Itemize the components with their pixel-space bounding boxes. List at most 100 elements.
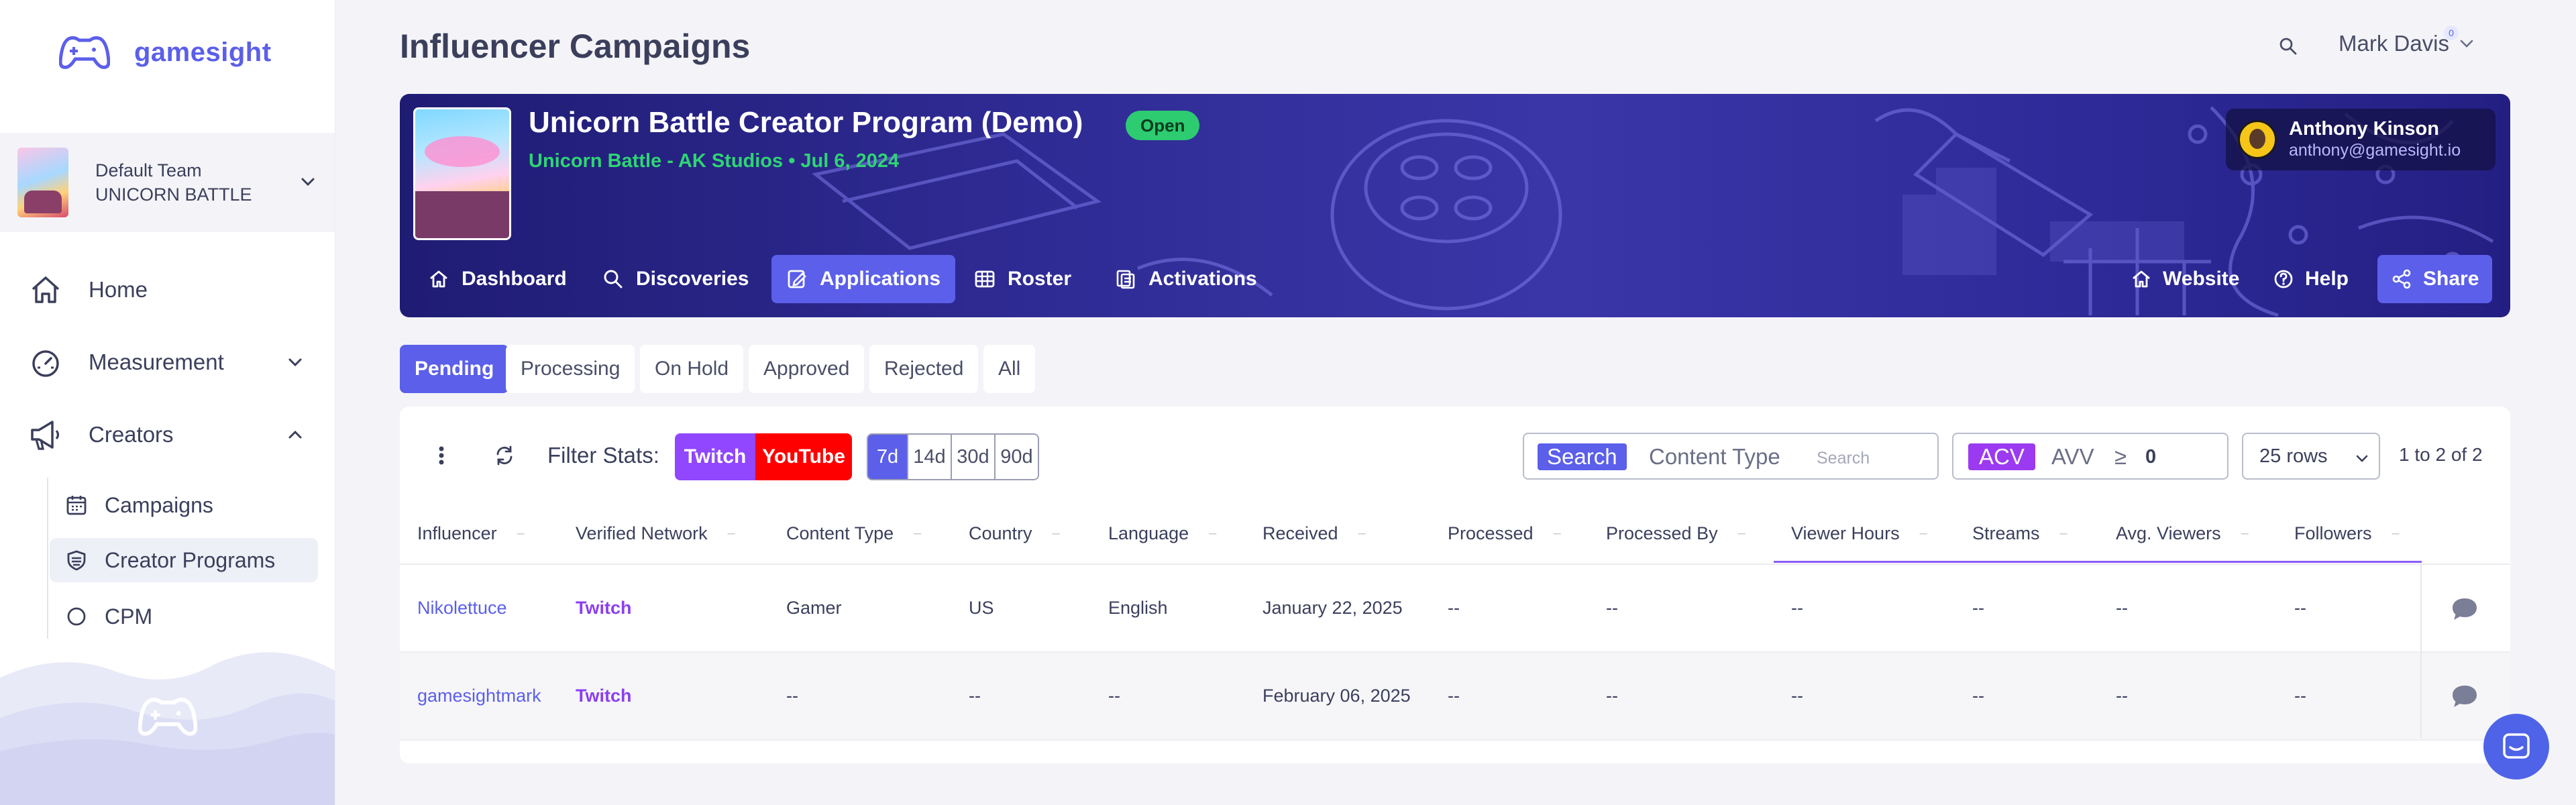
- streams-cell: --: [1972, 686, 1984, 706]
- nav-creators-label: Creators: [89, 422, 174, 447]
- tab-discoveries[interactable]: Discoveries: [588, 255, 763, 303]
- streams-cell: --: [1972, 598, 1984, 618]
- share-button[interactable]: Share: [2377, 255, 2493, 303]
- comment-icon[interactable]: [2450, 683, 2479, 710]
- refresh-icon[interactable]: [492, 443, 517, 468]
- influencer-link[interactable]: Nikolettuce: [417, 598, 507, 619]
- team-avatar: [17, 148, 68, 217]
- col-processed-by[interactable]: Processed By –: [1606, 523, 1746, 544]
- col-followers[interactable]: Followers –: [2294, 523, 2400, 544]
- metric-filter[interactable]: ACV AVV ≥ 0: [1952, 433, 2229, 480]
- col-language[interactable]: Language –: [1108, 523, 1216, 544]
- received-cell: February 06, 2025: [1263, 686, 1411, 706]
- metric-value-input[interactable]: 0: [2145, 446, 2156, 468]
- col-processed[interactable]: Processed –: [1448, 523, 1561, 544]
- language-cell: --: [1108, 686, 1120, 706]
- tab-dashboard[interactable]: Dashboard: [413, 255, 582, 303]
- range-14d-button[interactable]: 14d: [907, 435, 951, 479]
- col-influencer[interactable]: Influencer –: [417, 523, 525, 544]
- header-divider: [400, 564, 2510, 565]
- team-name: Default Team: [95, 160, 202, 180]
- search-scope-toggle[interactable]: Content Type: [1649, 443, 1780, 470]
- program-owner-card[interactable]: Anthony Kinson anthony@gamesight.io: [2226, 109, 2496, 170]
- website-label: Website: [2163, 268, 2240, 290]
- search-field[interactable]: Search Content Type Search: [1523, 433, 1939, 480]
- chevron-down-icon: [2457, 34, 2476, 53]
- sidebar: gamesight Default Team UNICORN BATTLE Ho…: [0, 0, 335, 805]
- help-button[interactable]: Help: [2259, 255, 2362, 303]
- col-content-type[interactable]: Content Type –: [786, 523, 921, 544]
- col-streams[interactable]: Streams –: [1972, 523, 2068, 544]
- col-label: Followers: [2294, 523, 2372, 543]
- status-tab-pending[interactable]: Pending: [400, 345, 509, 393]
- status-tab-processing[interactable]: Processing: [506, 345, 635, 393]
- network-cell: Twitch: [576, 686, 632, 706]
- status-tab-on-hold[interactable]: On Hold: [640, 345, 744, 393]
- website-button[interactable]: Website: [2117, 255, 2253, 303]
- chat-icon: [2500, 730, 2533, 763]
- sort-icon: –: [517, 526, 525, 541]
- status-badge: Open: [1126, 111, 1200, 140]
- search-icon[interactable]: [2278, 36, 2298, 56]
- col-avg-viewers[interactable]: Avg. Viewers –: [2116, 523, 2249, 544]
- comment-icon[interactable]: [2450, 596, 2479, 623]
- nav-creators[interactable]: Creators: [27, 415, 174, 455]
- chat-launcher-button[interactable]: [2483, 714, 2549, 780]
- col-label: Country: [969, 523, 1032, 543]
- network-cell: Twitch: [576, 598, 632, 618]
- influencer-link[interactable]: gamesightmark: [417, 686, 541, 706]
- nav-cpm[interactable]: CPM: [50, 594, 318, 639]
- sort-icon: –: [2392, 526, 2400, 541]
- status-tab-approved[interactable]: Approved: [749, 345, 865, 393]
- processed-cell: --: [1448, 686, 1460, 706]
- metric-operator[interactable]: ≥: [2114, 443, 2127, 470]
- col-viewer-hours[interactable]: Viewer Hours –: [1791, 523, 1927, 544]
- col-label: Processed: [1448, 523, 1534, 543]
- table-icon: [974, 268, 996, 290]
- tab-applications[interactable]: Applications: [771, 255, 956, 303]
- tab-applications-label: Applications: [820, 268, 941, 290]
- range-30d-button[interactable]: 30d: [951, 435, 994, 479]
- tab-roster[interactable]: Roster: [959, 255, 1086, 303]
- status-tab-all[interactable]: All: [983, 345, 1036, 393]
- nav-measurement[interactable]: Measurement: [27, 342, 224, 382]
- language-cell: English: [1108, 598, 1168, 618]
- team-switcher[interactable]: Default Team UNICORN BATTLE: [0, 133, 335, 232]
- tab-discoveries-label: Discoveries: [636, 268, 749, 290]
- col-label: Content Type: [786, 523, 894, 543]
- sort-icon: –: [1919, 526, 1927, 541]
- chevron-down-icon[interactable]: [284, 352, 306, 373]
- chevron-up-icon[interactable]: [284, 424, 306, 445]
- avg-viewers-cell: --: [2116, 598, 2128, 618]
- metric-avv-toggle[interactable]: AVV: [2051, 443, 2094, 470]
- followers-cell: --: [2294, 686, 2306, 706]
- col-country[interactable]: Country –: [969, 523, 1060, 544]
- rows-per-page-select[interactable]: 25 rows: [2242, 433, 2380, 480]
- nav-campaigns[interactable]: Campaigns: [50, 483, 318, 527]
- col-label: Avg. Viewers: [2116, 523, 2221, 543]
- col-label: Verified Network: [576, 523, 708, 543]
- notification-badge[interactable]: 0: [2444, 25, 2459, 40]
- filter-youtube-button[interactable]: YouTube: [755, 433, 852, 480]
- metric-acv-toggle[interactable]: ACV: [1968, 443, 2035, 470]
- brand[interactable]: gamesight: [59, 35, 272, 70]
- tab-activations[interactable]: Activations: [1100, 255, 1272, 303]
- more-options-icon[interactable]: [436, 443, 447, 468]
- status-tab-rejected[interactable]: Rejected: [869, 345, 979, 393]
- filter-twitch-button[interactable]: Twitch: [675, 433, 755, 480]
- nav-campaigns-label: Campaigns: [105, 492, 213, 517]
- col-verified-network[interactable]: Verified Network –: [576, 523, 735, 544]
- gamepad-logo-icon: [59, 35, 110, 70]
- tab-roster-label: Roster: [1008, 268, 1072, 290]
- chevron-down-icon: [298, 172, 318, 192]
- search-input[interactable]: Search: [1817, 449, 1870, 468]
- country-cell: --: [969, 686, 981, 706]
- nav-home[interactable]: Home: [27, 270, 148, 310]
- col-received[interactable]: Received –: [1263, 523, 1366, 544]
- tab-activations-label: Activations: [1148, 268, 1257, 290]
- search-mode-button[interactable]: Search: [1538, 443, 1627, 470]
- sort-icon: –: [1553, 526, 1561, 541]
- nav-creator-programs[interactable]: Creator Programs: [50, 538, 318, 582]
- range-90d-button[interactable]: 90d: [994, 435, 1038, 479]
- range-7d-button[interactable]: 7d: [868, 435, 907, 479]
